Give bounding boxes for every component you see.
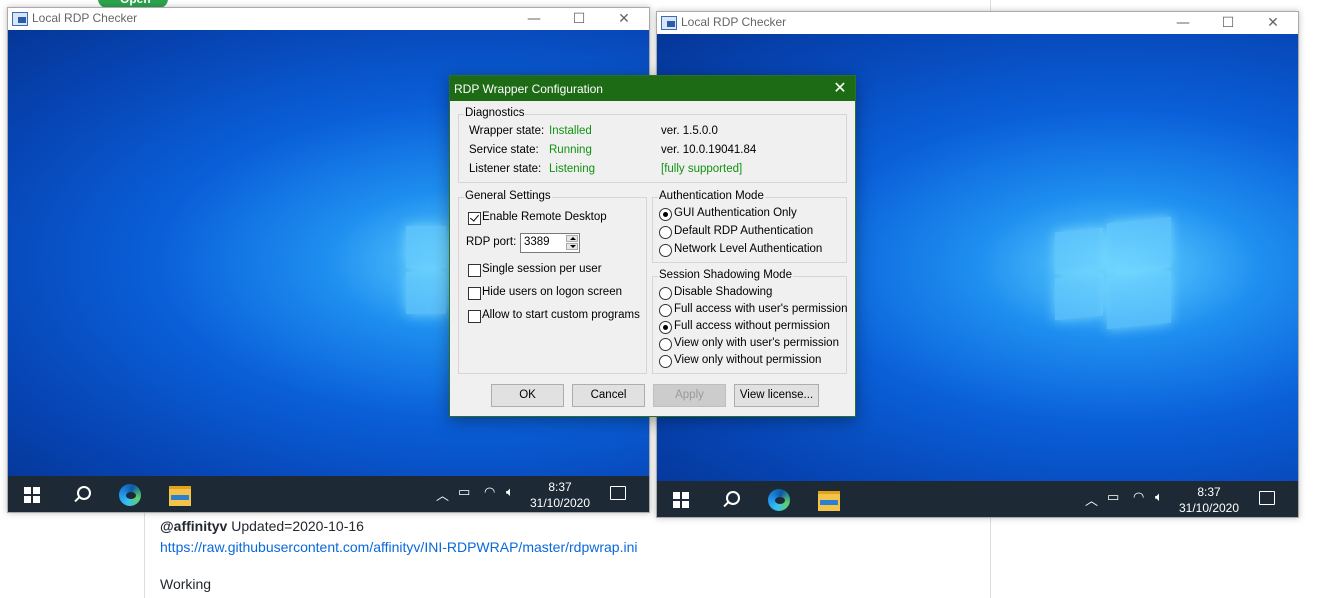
windows-start-icon[interactable] (24, 487, 40, 503)
shadow-view-without-permission-radio[interactable] (659, 355, 672, 368)
chevron-up-icon[interactable]: ︿ (1085, 490, 1098, 509)
volume-icon[interactable]: 🔈︎ (1155, 490, 1163, 505)
maximize-button[interactable]: ☐ (557, 9, 601, 29)
taskbar-clock[interactable]: 8:37 31/10/2020 (528, 479, 592, 511)
file-explorer-icon[interactable] (818, 491, 840, 511)
auth-gui-only-radio[interactable] (659, 208, 672, 221)
rdp-port-input[interactable]: 3389 (520, 233, 580, 253)
wrapper-state-label: Wrapper state: (469, 125, 545, 137)
listener-state-value: Listening (549, 163, 596, 175)
dialog-title: RDP Wrapper Configuration (454, 82, 603, 96)
volume-icon[interactable]: 🔈︎ (506, 485, 514, 500)
auth-default-rdp-radio[interactable] (659, 226, 672, 239)
window-title: Local RDP Checker (681, 15, 787, 29)
session-shadowing-group: Session Shadowing Mode Disable Shadowing… (652, 269, 847, 374)
apply-button[interactable]: Apply (653, 384, 726, 407)
shadow-view-with-permission-label[interactable]: View only with user's permission (674, 337, 839, 349)
shadow-full-without-permission-label[interactable]: Full access without permission (674, 320, 830, 332)
shadow-full-with-permission-radio[interactable] (659, 304, 672, 317)
wrapper-state-value: Installed (549, 125, 592, 137)
shadow-view-with-permission-radio[interactable] (659, 338, 672, 351)
auth-default-rdp-label[interactable]: Default RDP Authentication (674, 225, 813, 237)
rdp-app-icon (661, 16, 677, 30)
window-titlebar: Local RDP Checker — ☐ ✕ (8, 8, 649, 30)
hide-users-checkbox[interactable] (468, 287, 481, 300)
listener-state-label: Listener state: (469, 163, 542, 175)
view-license-button[interactable]: View license... (734, 384, 819, 407)
general-settings-group: General Settings Enable Remote Desktop R… (458, 190, 647, 374)
dialog-close-button[interactable]: ✕ (825, 76, 855, 101)
search-icon[interactable] (721, 491, 740, 509)
enable-remote-desktop-checkbox[interactable] (468, 212, 481, 225)
search-icon[interactable] (72, 486, 91, 504)
shadow-view-without-permission-label[interactable]: View only without permission (674, 354, 821, 366)
rdp-port-label: RDP port: (466, 236, 517, 248)
rdp-port-spinner[interactable] (566, 235, 578, 251)
clock-date: 31/10/2020 (529, 496, 591, 510)
taskbar: ︿ ▭ ◠ 🔈︎ 8:37 31/10/2020 (657, 481, 1298, 517)
file-explorer-icon[interactable] (169, 486, 191, 506)
battery-icon[interactable]: ▭ (1107, 490, 1119, 505)
window-title: Local RDP Checker (32, 11, 138, 25)
clock-time: 8:37 (1197, 485, 1221, 499)
wifi-icon[interactable]: ◠ (1133, 490, 1144, 505)
chevron-up-icon[interactable]: ︿ (436, 485, 449, 504)
comment: @affinityv Updated=2020-10-16 https://ra… (160, 516, 637, 595)
maximize-button[interactable]: ☐ (1206, 13, 1250, 33)
auth-gui-only-label[interactable]: GUI Authentication Only (674, 207, 797, 219)
cancel-button[interactable]: Cancel (572, 384, 645, 407)
session-shadowing-title: Session Shadowing Mode (658, 269, 793, 281)
wifi-icon[interactable]: ◠ (484, 485, 495, 500)
hide-users-label[interactable]: Hide users on logon screen (482, 286, 622, 298)
general-settings-title: General Settings (464, 190, 552, 202)
comment-author[interactable]: @affinityv (160, 518, 227, 534)
window-titlebar: Local RDP Checker — ☐ ✕ (657, 12, 1298, 34)
comment-body: Working (160, 576, 212, 592)
minimize-button[interactable]: — (512, 9, 556, 29)
rdp-app-icon (12, 12, 28, 26)
authentication-mode-title: Authentication Mode (658, 190, 765, 202)
allow-custom-programs-label[interactable]: Allow to start custom programs (482, 309, 640, 321)
edge-browser-icon[interactable] (119, 484, 141, 506)
clock-date: 31/10/2020 (1178, 501, 1240, 515)
rdp-port-value: 3389 (524, 236, 550, 248)
allow-custom-programs-checkbox[interactable] (468, 310, 481, 323)
minimize-button[interactable]: — (1161, 13, 1205, 33)
service-state-value: Running (549, 144, 592, 156)
shadow-full-with-permission-label[interactable]: Full access with user's permission (674, 303, 847, 315)
ok-button[interactable]: OK (491, 384, 564, 407)
notifications-icon[interactable] (610, 486, 626, 500)
windows-start-icon[interactable] (673, 492, 689, 508)
diagnostics-title: Diagnostics (464, 107, 526, 119)
close-button[interactable]: ✕ (1251, 13, 1295, 33)
close-button[interactable]: ✕ (602, 9, 646, 29)
edge-browser-icon[interactable] (768, 489, 790, 511)
diagnostics-group: Diagnostics Wrapper state: Installed ver… (458, 107, 847, 183)
authentication-mode-group: Authentication Mode GUI Authentication O… (652, 190, 847, 263)
service-version: ver. 10.0.19041.84 (661, 144, 757, 156)
notifications-icon[interactable] (1259, 491, 1275, 505)
service-state-label: Service state: (469, 144, 539, 156)
clock-time: 8:37 (548, 480, 572, 494)
auth-nla-radio[interactable] (659, 244, 672, 257)
rdp-wrapper-config-dialog: RDP Wrapper Configuration ✕ Diagnostics … (449, 75, 856, 417)
taskbar-clock[interactable]: 8:37 31/10/2020 (1177, 484, 1241, 516)
single-session-label[interactable]: Single session per user (482, 263, 602, 275)
enable-remote-desktop-label[interactable]: Enable Remote Desktop (482, 211, 607, 223)
shadow-disable-label[interactable]: Disable Shadowing (674, 286, 772, 298)
battery-icon[interactable]: ▭ (458, 485, 470, 500)
ini-link[interactable]: https://raw.githubusercontent.com/affini… (160, 539, 637, 555)
shadow-disable-radio[interactable] (659, 287, 672, 300)
shadow-full-without-permission-radio[interactable] (659, 321, 672, 334)
spin-up-icon[interactable] (566, 235, 578, 242)
spin-down-icon[interactable] (566, 243, 578, 250)
listener-support: [fully supported] (661, 163, 743, 175)
single-session-checkbox[interactable] (468, 264, 481, 277)
dialog-titlebar: RDP Wrapper Configuration ✕ (450, 76, 855, 101)
taskbar: ︿ ▭ ◠ 🔈︎ 8:37 31/10/2020 (8, 476, 649, 512)
auth-nla-label[interactable]: Network Level Authentication (674, 243, 822, 255)
wrapper-version: ver. 1.5.0.0 (661, 125, 718, 137)
comment-updated: Updated=2020-10-16 (231, 518, 364, 534)
comment-header: @affinityv Updated=2020-10-16 (160, 516, 637, 537)
